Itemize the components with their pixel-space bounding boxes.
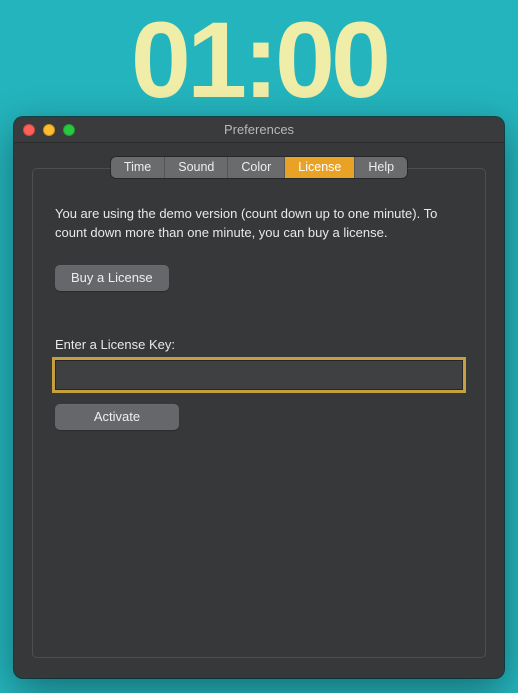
window-title: Preferences	[224, 122, 294, 137]
countdown-timer: 01:00	[0, 0, 518, 114]
tab-help[interactable]: Help	[355, 157, 407, 178]
buy-license-button[interactable]: Buy a License	[55, 265, 169, 291]
tab-time[interactable]: Time	[111, 157, 165, 178]
license-key-label: Enter a License Key:	[55, 337, 463, 352]
demo-version-text: You are using the demo version (count do…	[55, 205, 463, 243]
window-controls	[23, 124, 75, 136]
window-titlebar: Preferences	[14, 117, 504, 143]
tab-license[interactable]: License	[285, 157, 355, 178]
activate-button[interactable]: Activate	[55, 404, 179, 430]
close-icon[interactable]	[23, 124, 35, 136]
tab-segmented-control: Time Sound Color License Help	[111, 157, 407, 178]
license-key-input[interactable]	[55, 360, 463, 390]
minimize-icon[interactable]	[43, 124, 55, 136]
tab-sound[interactable]: Sound	[165, 157, 228, 178]
preferences-window: Preferences Time Sound Color License Hel…	[14, 117, 504, 678]
tab-bar: Time Sound Color License Help	[32, 157, 486, 178]
zoom-icon[interactable]	[63, 124, 75, 136]
tab-color[interactable]: Color	[228, 157, 285, 178]
license-pane: You are using the demo version (count do…	[32, 168, 486, 658]
